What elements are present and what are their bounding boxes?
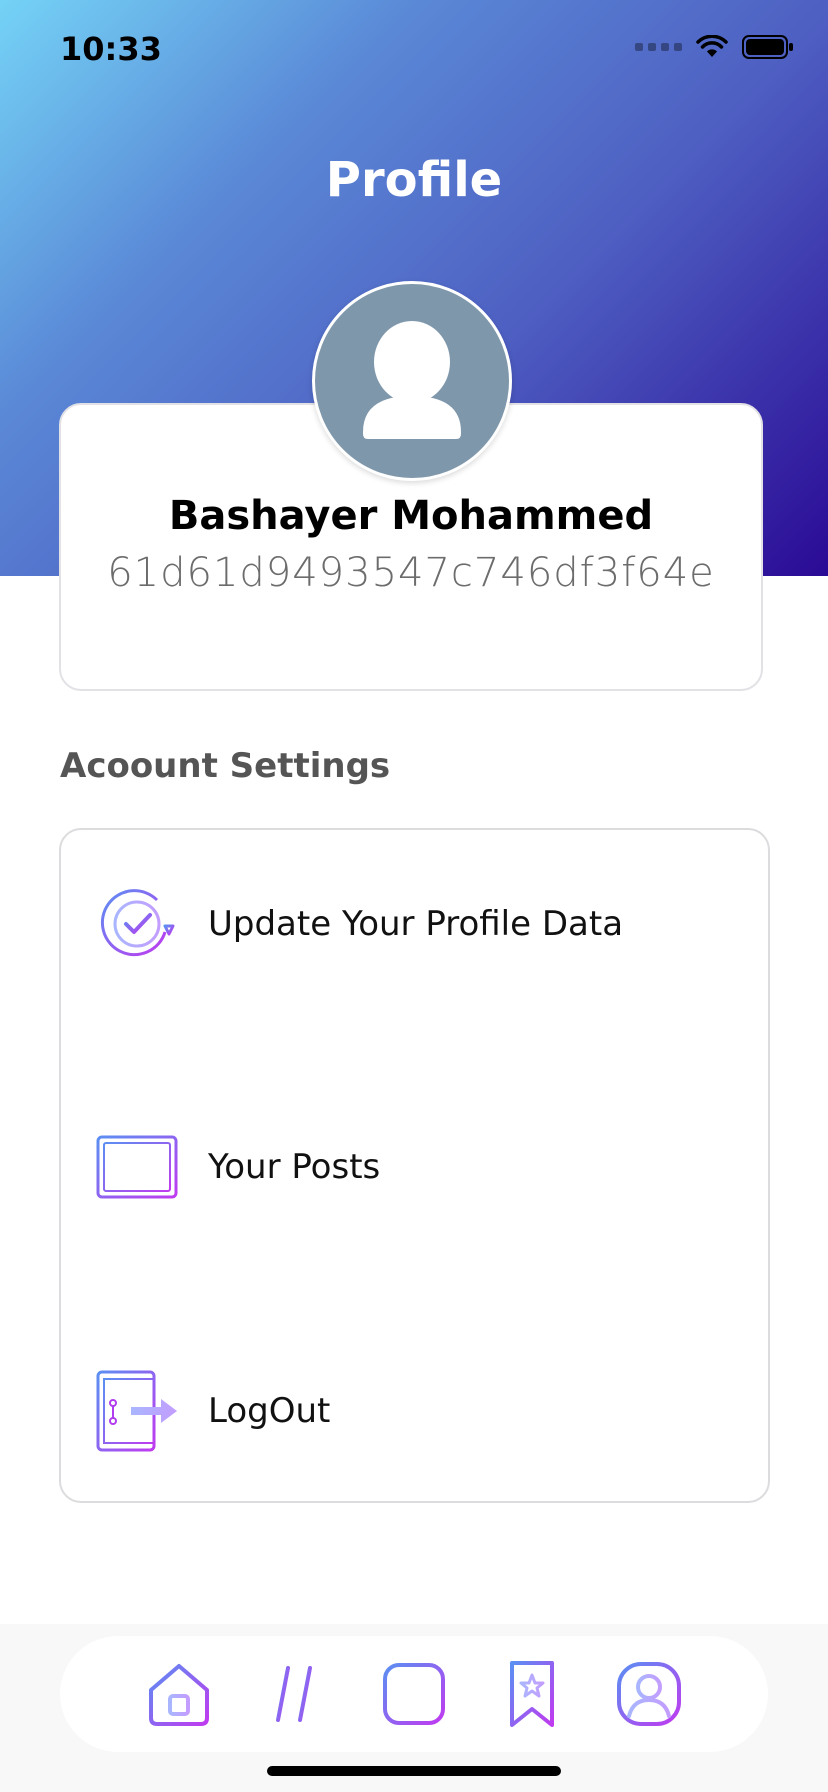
status-time: 10:33: [60, 30, 162, 68]
add-icon: [382, 1663, 445, 1725]
logout-label: LogOut: [208, 1391, 331, 1431]
profile-screen: 10:33 Profile Bashayer Mohammed 61d61d94…: [0, 0, 828, 1792]
update-profile-item[interactable]: Update Your Profile Data: [61, 869, 772, 979]
home-icon: [148, 1664, 209, 1726]
user-silhouette-icon: [363, 321, 461, 439]
update-profile-icon: [100, 889, 175, 957]
nav-profile-button[interactable]: [613, 1658, 685, 1730]
profile-icon: [617, 1662, 682, 1726]
your-posts-item[interactable]: Your Posts: [61, 1112, 772, 1222]
account-settings-list: Update Your Profile Data Your Posts LogO…: [59, 828, 770, 1503]
battery-icon: [742, 35, 793, 59]
wifi-icon: [696, 35, 728, 57]
home-indicator: [267, 1766, 561, 1776]
nav-add-button[interactable]: [378, 1658, 450, 1730]
cellular-signal-icon: [635, 43, 682, 51]
posts-icon: [96, 1135, 178, 1199]
update-profile-label: Update Your Profile Data: [208, 904, 624, 944]
hashtag-icon: [266, 1666, 327, 1722]
status-icons: [635, 34, 794, 60]
bookmark-icon: [509, 1661, 554, 1727]
user-name: Bashayer Mohammed: [168, 493, 654, 539]
your-posts-label: Your Posts: [208, 1147, 381, 1187]
nav-bookmark-button[interactable]: [496, 1658, 568, 1730]
bottom-nav: [60, 1636, 768, 1752]
logout-item[interactable]: LogOut: [61, 1356, 772, 1466]
avatar[interactable]: [312, 281, 512, 481]
nav-home-button[interactable]: [143, 1658, 215, 1730]
section-title: Acoount Settings: [60, 746, 391, 786]
page-title: Profile: [325, 152, 503, 208]
nav-hashtag-button[interactable]: [260, 1658, 332, 1730]
logout-icon: [96, 1370, 177, 1452]
user-id: 61d61d9493547c746df3f64e: [107, 550, 715, 596]
